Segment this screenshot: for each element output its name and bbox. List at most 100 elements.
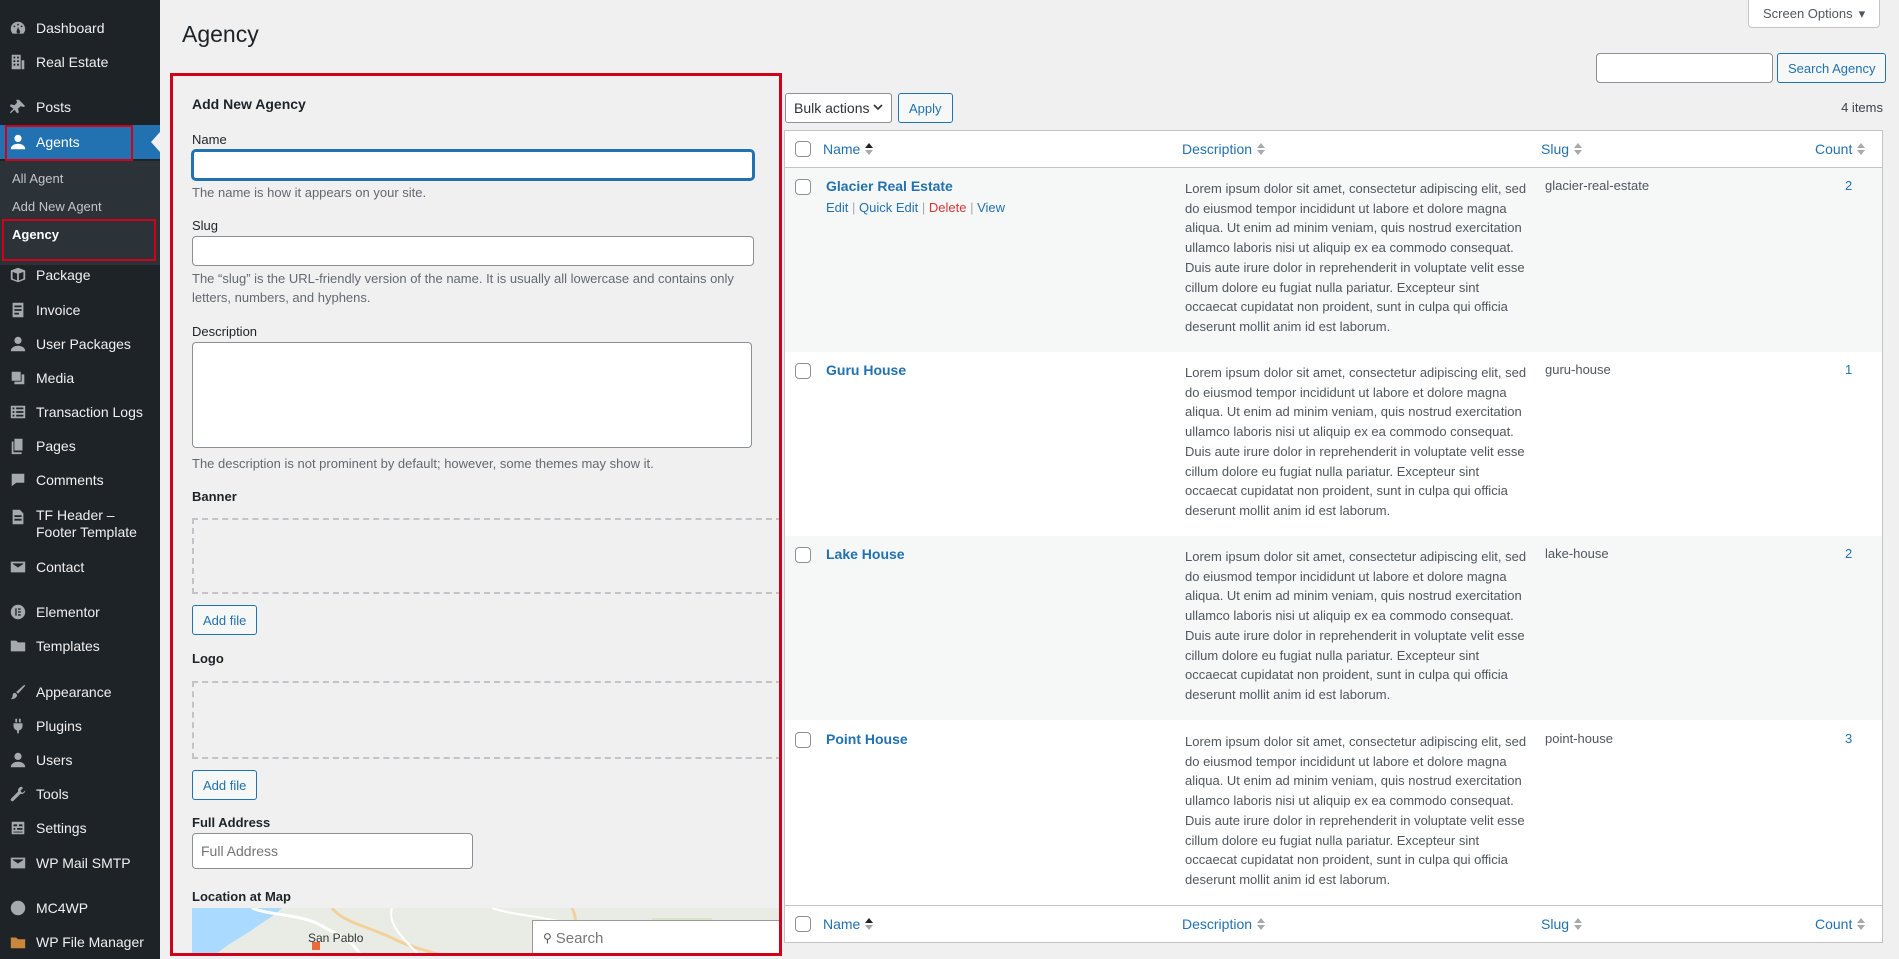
menu-item-wp-mail-smtp[interactable]: WP Mail SMTP (0, 846, 160, 880)
admin-sidebar: Dashboard Real Estate Posts Agents All A… (0, 0, 160, 959)
submenu-item-agency[interactable]: Agency (12, 227, 59, 242)
map-search-input[interactable]: ⚲ Search (532, 920, 779, 953)
menu-item-dashboard[interactable]: Dashboard (0, 11, 160, 45)
table-row: Glacier Real Estate Edit | Quick Edit | … (785, 168, 1882, 352)
row-name-link[interactable]: Guru House (826, 362, 906, 378)
search-agency-button[interactable]: Search Agency (1777, 53, 1887, 83)
menu-item-agents[interactable]: Agents (0, 125, 160, 159)
menu-label: Transaction Logs (36, 403, 143, 420)
name-input[interactable] (192, 150, 754, 180)
row-name-link[interactable]: Lake House (826, 546, 905, 562)
row-checkbox[interactable] (795, 363, 811, 379)
menu-item-real-estate[interactable]: Real Estate (0, 45, 160, 79)
row-checkbox[interactable] (795, 547, 811, 563)
sort-icon (1257, 143, 1266, 155)
row-checkbox[interactable] (795, 179, 811, 195)
menu-label: WP File Manager (36, 933, 144, 950)
settings-icon (0, 811, 36, 845)
column-name-label: Name (823, 916, 861, 932)
edit-link[interactable]: Edit (826, 200, 848, 215)
row-slug: point-house (1545, 731, 1613, 746)
agency-list-table: Name Description Slug Count Glacier Real… (784, 130, 1883, 943)
menu-item-pages[interactable]: Pages (0, 429, 160, 463)
menu-item-users[interactable]: Users (0, 743, 160, 777)
menu-item-media[interactable]: Media (0, 361, 160, 395)
description-textarea[interactable] (192, 342, 752, 448)
map-label: Location at Map (192, 889, 291, 904)
menu-item-posts[interactable]: Posts (0, 90, 160, 124)
banner-dropzone[interactable] (192, 518, 779, 594)
menu-item-comments[interactable]: Comments (0, 463, 160, 497)
full-address-input[interactable] (192, 833, 473, 869)
view-link[interactable]: View (977, 200, 1005, 215)
logo-dropzone[interactable] (192, 681, 779, 759)
logo-label: Logo (192, 651, 224, 666)
delete-link[interactable]: Delete (929, 200, 967, 215)
location-map[interactable]: San Pablo ⚲ Search (192, 908, 779, 953)
bulk-actions-select[interactable]: Bulk actions (785, 93, 892, 123)
column-header-description[interactable]: Description (1182, 141, 1266, 157)
column-count-label: Count (1815, 141, 1853, 157)
menu-item-user-packages[interactable]: User Packages (0, 327, 160, 361)
slug-input[interactable] (192, 236, 754, 266)
column-header-slug[interactable]: Slug (1541, 141, 1583, 157)
sort-asc-icon (865, 918, 874, 930)
row-count[interactable]: 2 (1845, 178, 1852, 193)
menu-item-invoice[interactable]: Invoice (0, 293, 160, 327)
quick-edit-link[interactable]: Quick Edit (859, 200, 918, 215)
row-description: Lorem ipsum dolor sit amet, consectetur … (1185, 181, 1527, 334)
row-count[interactable]: 2 (1845, 546, 1852, 561)
screen-options-button[interactable]: Screen Options ▾ (1748, 0, 1881, 28)
footer-column-count[interactable]: Count (1815, 916, 1866, 932)
menu-item-contact[interactable]: Contact (0, 550, 160, 584)
menu-item-templates[interactable]: Templates (0, 629, 160, 663)
menu-label: Invoice (36, 301, 81, 318)
bulk-actions-label: Bulk actions (794, 100, 870, 116)
slug-hint: The “slug” is the URL-friendly version o… (192, 271, 734, 305)
menu-item-tools[interactable]: Tools (0, 777, 160, 811)
logo-add-file-button[interactable]: Add file (192, 770, 258, 800)
menu-item-plugins[interactable]: Plugins (0, 709, 160, 743)
menu-item-wp-file-manager[interactable]: WP File Manager (0, 925, 160, 959)
menu-label: Pages (36, 437, 76, 454)
column-slug-label: Slug (1541, 141, 1570, 157)
mc4wp-icon (0, 891, 36, 925)
select-all-checkbox[interactable] (795, 141, 811, 157)
column-header-name[interactable]: Name (823, 141, 874, 157)
column-header-count[interactable]: Count (1815, 141, 1866, 157)
submenu-item-all-agent[interactable]: All Agent (12, 171, 63, 186)
table-row: Guru House Lorem ipsum dolor sit amet, c… (785, 352, 1882, 536)
document-icon (0, 507, 36, 527)
row-name-link[interactable]: Glacier Real Estate (826, 178, 953, 194)
slug-label: Slug (192, 218, 219, 233)
row-description: Lorem ipsum dolor sit amet, consectetur … (1185, 549, 1527, 702)
footer-column-name[interactable]: Name (823, 916, 874, 932)
menu-label: Real Estate (36, 53, 109, 70)
menu-item-package[interactable]: Package (0, 258, 160, 292)
search-agency-input[interactable] (1596, 53, 1773, 83)
menu-item-elementor[interactable]: Elementor (0, 595, 160, 629)
menu-item-settings[interactable]: Settings (0, 811, 160, 845)
menu-item-tf-header-footer[interactable]: TF Header – Footer Template (0, 501, 160, 549)
select-all-checkbox-footer[interactable] (795, 916, 811, 932)
submenu-item-add-new-agent[interactable]: Add New Agent (12, 199, 102, 214)
row-actions: Edit | Quick Edit | Delete | View (826, 200, 1006, 215)
name-hint: The name is how it appears on your site. (192, 185, 427, 200)
row-count[interactable]: 3 (1845, 731, 1852, 746)
apply-button[interactable]: Apply (898, 93, 953, 123)
banner-add-file-button[interactable]: Add file (192, 605, 258, 635)
add-new-agency-form: Add New Agency Name The name is how it a… (170, 73, 782, 956)
menu-label: Contact (36, 558, 85, 575)
menu-item-appearance[interactable]: Appearance (0, 675, 160, 709)
footer-column-description[interactable]: Description (1182, 916, 1266, 932)
menu-item-transaction-logs[interactable]: Transaction Logs (0, 395, 160, 429)
row-checkbox[interactable] (795, 732, 811, 748)
package-icon (0, 258, 36, 292)
page-title: Agency (182, 21, 259, 47)
menu-label: TF Header – Footer Template (36, 507, 137, 540)
row-count[interactable]: 1 (1845, 362, 1852, 377)
footer-column-slug[interactable]: Slug (1541, 916, 1583, 932)
menu-label: Agents (36, 133, 80, 150)
row-name-link[interactable]: Point House (826, 731, 908, 747)
menu-item-mc4wp[interactable]: MC4WP (0, 891, 160, 925)
